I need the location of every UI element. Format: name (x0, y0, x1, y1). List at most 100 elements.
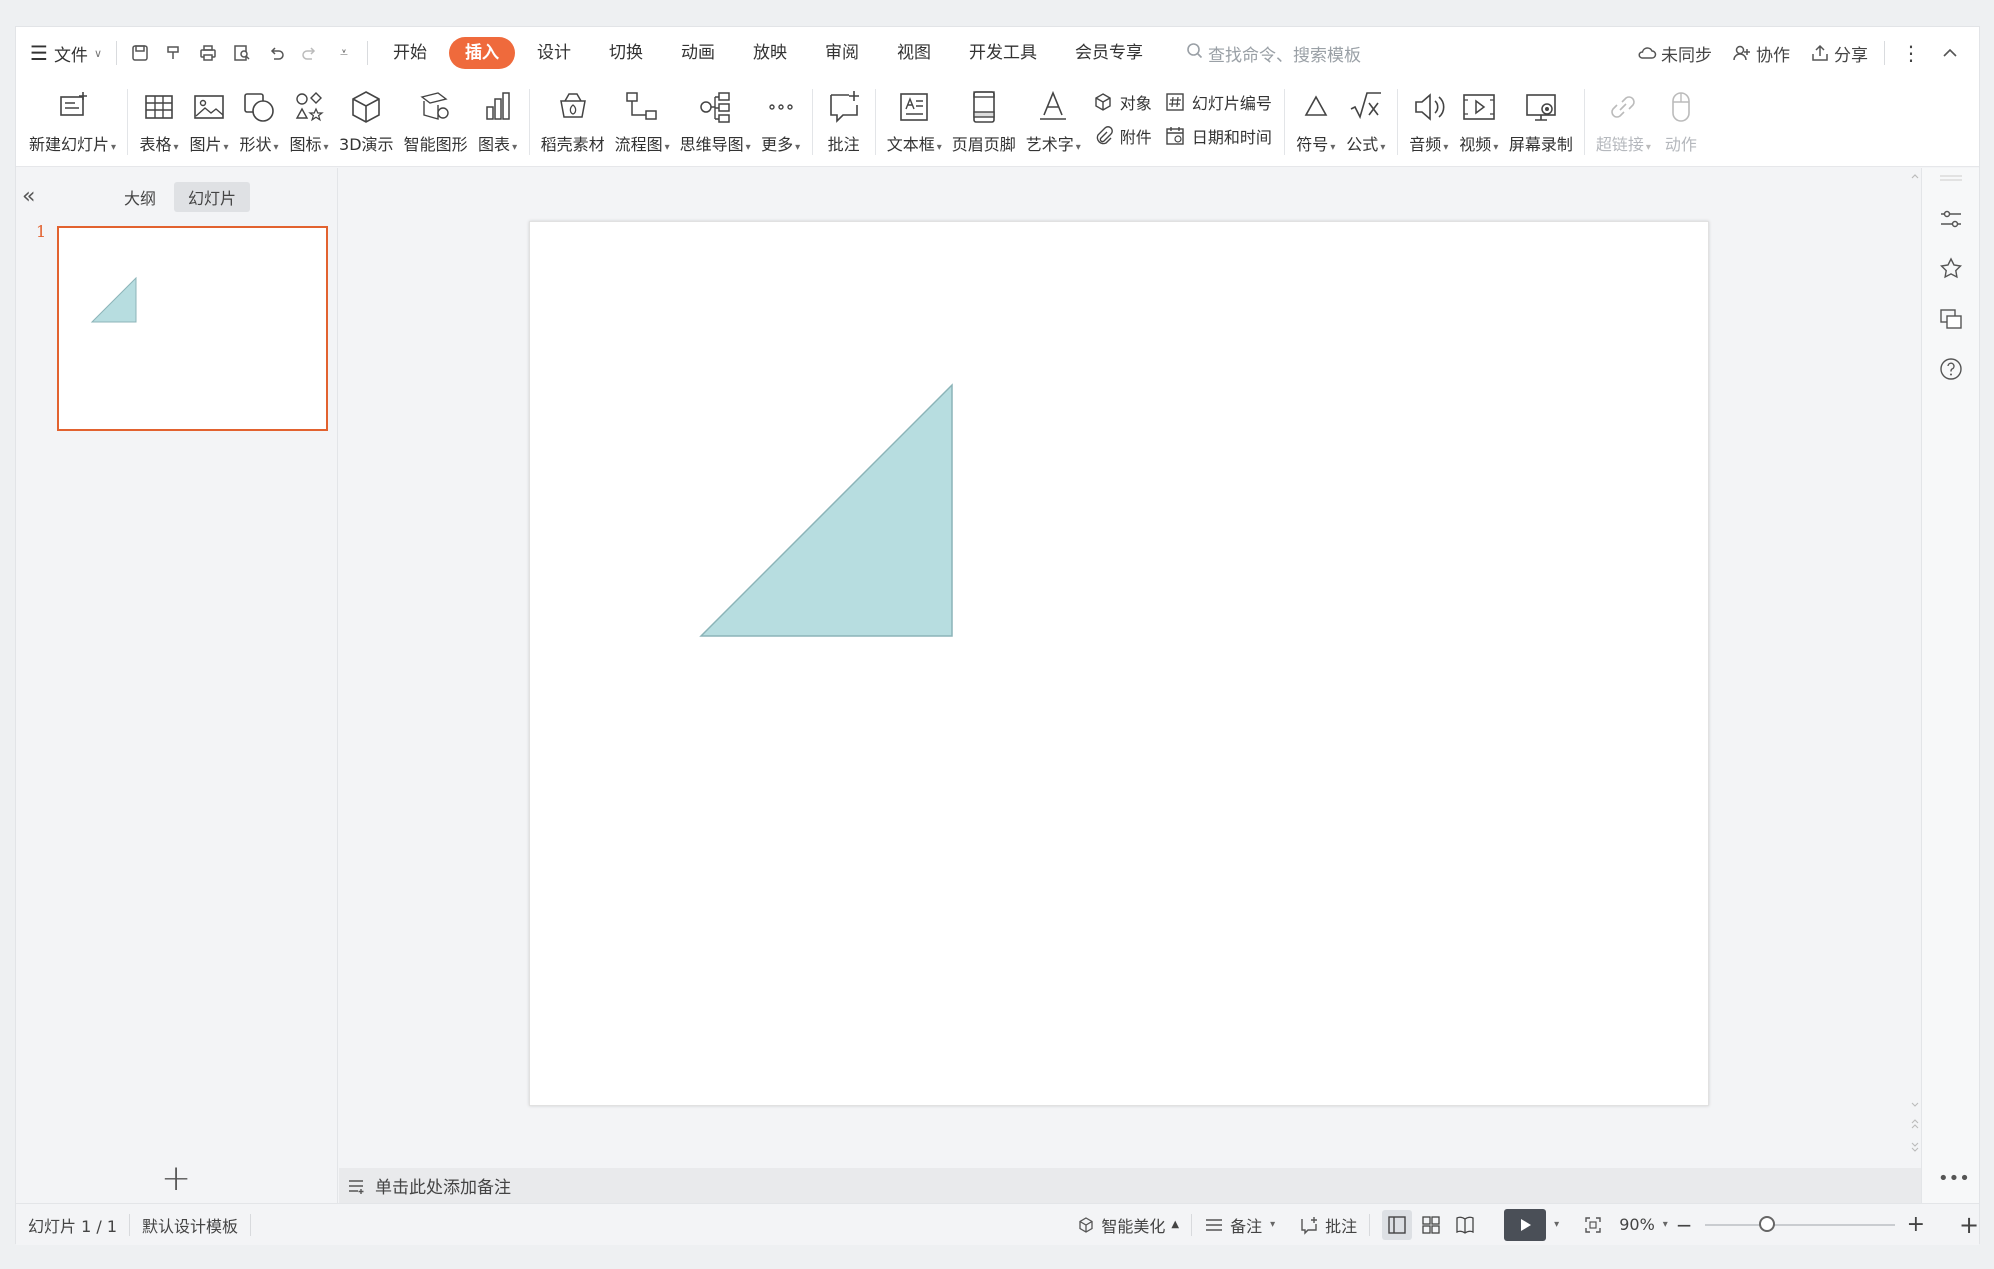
tab-5[interactable]: 放映 (737, 37, 803, 69)
template-name[interactable]: 默认设计模板 (130, 1213, 250, 1237)
tab-4[interactable]: 动画 (665, 37, 731, 69)
attachment-label: 附件 (1119, 128, 1152, 147)
audio-button[interactable]: 音频 ▾ (1404, 79, 1454, 159)
more-button[interactable]: 更多 ▾ (756, 79, 806, 159)
header-footer-button[interactable]: 页眉页脚 (947, 79, 1021, 159)
redo-icon[interactable] (293, 33, 327, 73)
table-icon (145, 95, 173, 119)
more-label: 更多 (761, 135, 794, 154)
help-icon[interactable] (1938, 356, 1964, 382)
attachment-button[interactable]: 附件 (1092, 124, 1152, 148)
picture-label: 图片 (189, 135, 222, 154)
slide-switch-icon[interactable] (1938, 306, 1964, 332)
comment-toggle-button[interactable]: 批注 (1287, 1213, 1369, 1237)
file-menu-label: 文件 (53, 45, 88, 66)
zoom-slider-knob[interactable] (1759, 1215, 1776, 1232)
slide-number-button[interactable]: 幻灯片编号 (1164, 90, 1272, 114)
new-slide-button[interactable]: 新建幻灯片 ▾ (24, 79, 121, 159)
table-button[interactable]: 表格 ▾ (134, 79, 184, 159)
normal-view-icon[interactable] (1382, 1209, 1413, 1240)
zoom-in-button[interactable]: + (1903, 1212, 1929, 1237)
add-slide-button[interactable]: + (161, 1158, 191, 1199)
beautify-button[interactable]: 智能美化 ▲ (1065, 1213, 1191, 1237)
formula-button[interactable]: 公式 ▾ (1341, 79, 1391, 159)
divider (528, 89, 530, 155)
3d-demo-button[interactable]: 3D演示 (334, 79, 399, 159)
picture-button[interactable]: 图片 ▾ (184, 79, 234, 159)
tab-outline[interactable]: 大纲 (110, 182, 170, 212)
zoom-slider[interactable] (1704, 1215, 1895, 1232)
flowchart-button[interactable]: 流程图 ▾ (610, 79, 675, 159)
object-button[interactable]: 对象 (1092, 90, 1152, 114)
file-menu[interactable]: ☰ 文件 ∨ (16, 27, 110, 79)
material-button[interactable]: 稻壳素材 (536, 79, 610, 159)
slide[interactable] (529, 221, 1709, 1106)
search-icon (1186, 42, 1204, 65)
shape-button[interactable]: 形状 ▾ (234, 79, 284, 159)
comment-button[interactable]: 批注 (819, 79, 869, 159)
reading-view-icon[interactable] (1450, 1210, 1480, 1240)
right-triangle-shape[interactable] (699, 383, 953, 637)
video-button[interactable]: 视频 ▾ (1454, 79, 1504, 159)
app-window: ☰ 文件 ∨ ⩡ 开始 插入 设计 切换 动画 放映 审阅 视图 开发工具 会员专享 (15, 26, 1980, 1245)
collapse-ribbon-icon[interactable] (1931, 44, 1969, 62)
divider (811, 89, 813, 155)
datetime-button[interactable]: 日期和时间 (1164, 124, 1272, 148)
screen-record-button[interactable]: 屏幕录制 (1504, 79, 1578, 159)
editing-canvas (339, 168, 1923, 1168)
tab-7[interactable]: 视图 (881, 37, 947, 69)
command-search[interactable]: 查找命令、搜索模板 (1186, 41, 1361, 66)
tab-8[interactable]: 开发工具 (953, 37, 1053, 69)
icon-button[interactable]: 图标 ▾ (284, 79, 334, 159)
notes-icon (349, 1179, 364, 1194)
tab-slides[interactable]: 幻灯片 (174, 182, 251, 212)
object-icon (1095, 93, 1111, 111)
symbol-button[interactable]: 符号 ▾ (1291, 79, 1341, 159)
sidebar-more-icon[interactable]: ••• (1938, 1168, 1970, 1194)
material-icon (559, 93, 586, 118)
properties-icon[interactable] (1938, 206, 1964, 232)
wordart-label: 艺术字 (1025, 135, 1074, 154)
thumbnail-triangle (90, 276, 137, 323)
tab-9[interactable]: 会员专享 (1059, 37, 1159, 69)
divider (1396, 89, 1398, 155)
search-placeholder: 查找命令、搜索模板 (1208, 45, 1361, 66)
slide-sorter-view-icon[interactable] (1416, 1210, 1446, 1240)
textbox-button[interactable]: 文本框 ▾ (882, 79, 947, 159)
tab-6[interactable]: 审阅 (809, 37, 875, 69)
slide-thumbnail[interactable] (57, 226, 328, 431)
tab-2[interactable]: 设计 (521, 37, 587, 69)
zoom-dropdown[interactable]: 90% ▾ (1615, 1215, 1672, 1234)
collab-button[interactable]: 协作 (1722, 41, 1800, 66)
slide-thumb-number: 1 (36, 222, 47, 241)
format-painter-icon[interactable] (157, 33, 191, 73)
notes-bar[interactable]: 单击此处添加备注 (339, 1168, 1923, 1203)
caret-down-icon: ▾ (1662, 1219, 1668, 1230)
share-button[interactable]: 分享 (1800, 41, 1878, 66)
slideshow-play-button[interactable]: ▾ (1492, 1208, 1571, 1241)
notes-lines-icon (1206, 1218, 1223, 1231)
save-icon[interactable] (123, 33, 157, 73)
caret-up-icon: ▲ (1171, 1219, 1180, 1230)
notes-toggle-button[interactable]: 备注 ▾ (1192, 1213, 1287, 1237)
zoom-out-button[interactable]: − (1672, 1213, 1697, 1237)
tab-1[interactable]: 插入 (449, 37, 515, 69)
wordart-button[interactable]: 艺术字 ▾ (1021, 79, 1086, 159)
customize-quick-access-icon[interactable]: ⩡ (327, 33, 361, 73)
more-options-icon[interactable]: ⋮ (1891, 41, 1931, 65)
chart-button[interactable]: 图表 ▾ (473, 79, 523, 159)
tab-3[interactable]: 切换 (593, 37, 659, 69)
print-icon[interactable] (191, 33, 225, 73)
tab-0[interactable]: 开始 (377, 37, 443, 69)
hyperlink-button[interactable]: 超链接 ▾ (1591, 79, 1656, 159)
print-preview-icon[interactable] (225, 33, 259, 73)
flowchart-label: 流程图 (614, 135, 663, 154)
smart-graphic-button[interactable]: 智能图形 (399, 79, 473, 159)
fit-window-icon[interactable] (1571, 1215, 1615, 1235)
add-icon[interactable]: + (1929, 1211, 1979, 1239)
mindmap-button[interactable]: 思维导图 ▾ (675, 79, 756, 159)
action-button[interactable]: 动作 (1656, 79, 1706, 159)
star-design-icon[interactable] (1938, 256, 1964, 282)
undo-icon[interactable] (259, 33, 293, 73)
sync-button[interactable]: 未同步 (1627, 41, 1722, 66)
